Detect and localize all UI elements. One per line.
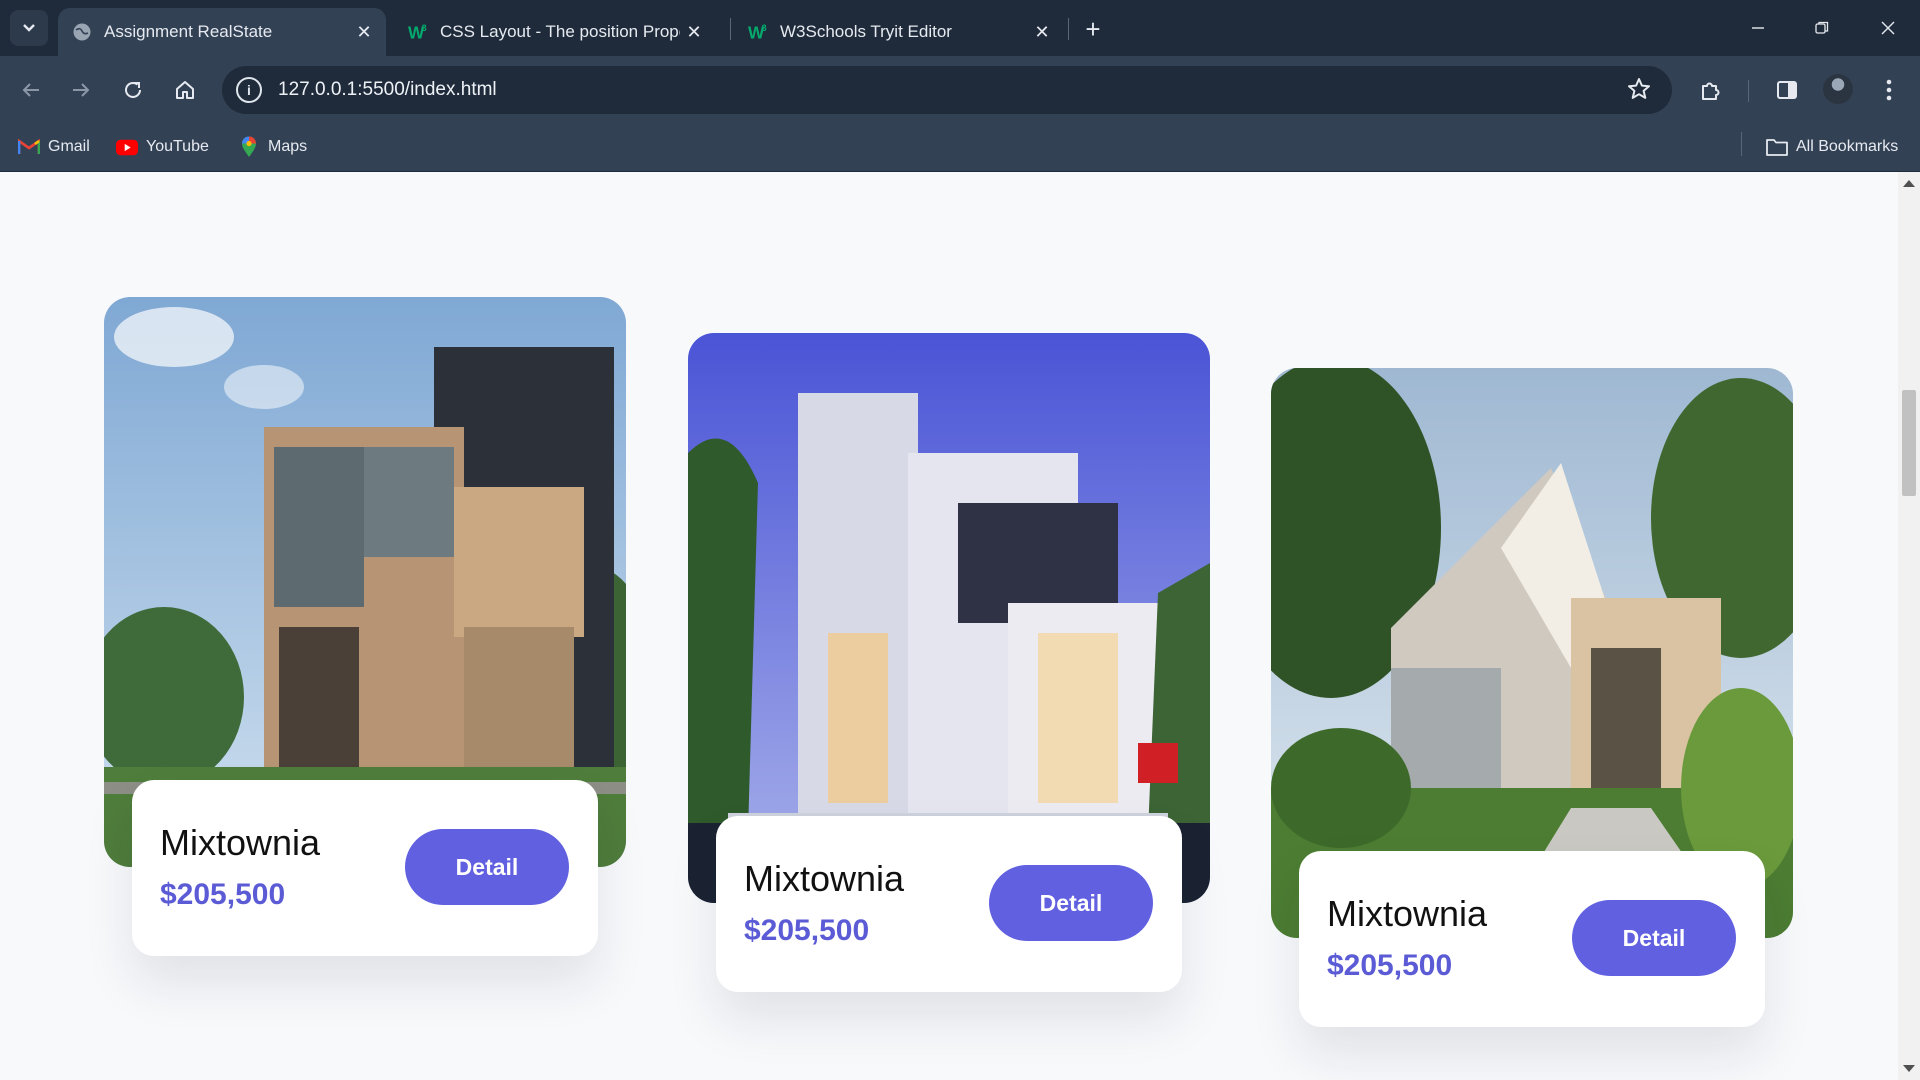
- close-tab-icon[interactable]: ✕: [680, 18, 708, 46]
- tab-divider: [730, 18, 731, 40]
- property-card: Mixtownia $205,500 Detail: [104, 297, 626, 957]
- arrow-right-icon: [73, 83, 90, 97]
- tab-css-layout[interactable]: W3 CSS Layout - The position Property ✕: [394, 8, 724, 56]
- bookmark-youtube[interactable]: YouTube: [116, 136, 209, 158]
- profile-avatar[interactable]: [1823, 74, 1853, 104]
- bookmarks-divider: [1741, 132, 1742, 156]
- home-button[interactable]: [168, 73, 202, 107]
- browser-toolbar: i 127.0.0.1:5500/index.html: [0, 56, 1920, 124]
- back-button[interactable]: [14, 73, 48, 107]
- tab-search-button[interactable]: [10, 10, 48, 46]
- property-name: Mixtownia: [160, 822, 321, 863]
- globe-icon: [72, 22, 92, 42]
- restore-button[interactable]: [1802, 10, 1842, 46]
- tab-title: Assignment RealState: [104, 22, 273, 41]
- tab-w3schools-tryit[interactable]: W3 W3Schools Tryit Editor ✕: [734, 8, 1064, 56]
- bookmark-maps[interactable]: Maps: [238, 136, 307, 158]
- puzzle-icon: [1702, 82, 1720, 100]
- extensions-button[interactable]: [1694, 73, 1728, 107]
- property-name: Mixtownia: [1327, 893, 1488, 934]
- property-card: Mixtownia $205,500 Detail: [1271, 368, 1793, 1028]
- scroll-down-icon[interactable]: [1903, 1065, 1915, 1072]
- restore-icon: [1815, 21, 1829, 34]
- gmail-icon: [18, 136, 40, 158]
- w3schools-icon: W3: [408, 22, 428, 42]
- tab-title: CSS Layout - The position Property: [440, 22, 680, 41]
- reload-button[interactable]: [116, 73, 150, 107]
- menu-button[interactable]: [1872, 73, 1906, 107]
- scrollbar-thumb[interactable]: [1902, 390, 1916, 496]
- minimize-button[interactable]: [1738, 10, 1778, 46]
- chevron-down-icon: [23, 24, 35, 32]
- folder-icon: [1766, 136, 1788, 158]
- new-tab-button[interactable]: +: [1078, 14, 1108, 44]
- close-tab-icon[interactable]: ✕: [350, 18, 378, 46]
- forward-button[interactable]: [64, 73, 98, 107]
- youtube-icon: [116, 136, 138, 158]
- bookmarks-bar: Gmail YouTube Maps All Bookmarks: [0, 124, 1920, 172]
- url-text[interactable]: 127.0.0.1:5500/index.html: [278, 79, 497, 101]
- all-bookmarks-button[interactable]: All Bookmarks: [1766, 136, 1898, 158]
- tab-divider: [1068, 18, 1069, 40]
- scroll-up-icon[interactable]: [1903, 180, 1915, 187]
- toolbar-divider: [1748, 80, 1749, 102]
- detail-button[interactable]: Detail: [1572, 900, 1736, 976]
- address-bar[interactable]: i 127.0.0.1:5500/index.html: [222, 66, 1672, 114]
- vertical-scrollbar[interactable]: [1898, 172, 1920, 1080]
- detail-button[interactable]: Detail: [405, 829, 569, 905]
- close-tab-icon[interactable]: ✕: [1028, 18, 1056, 46]
- site-info-icon[interactable]: i: [236, 77, 262, 103]
- arrow-left-icon: [22, 83, 39, 97]
- bookmark-gmail[interactable]: Gmail: [18, 136, 90, 158]
- svg-text:3: 3: [422, 23, 427, 33]
- tab-title: W3Schools Tryit Editor: [780, 22, 952, 41]
- all-bookmarks-label: All Bookmarks: [1796, 138, 1899, 155]
- bookmark-star-icon[interactable]: [1626, 76, 1652, 107]
- minimize-icon: [1752, 27, 1764, 29]
- home-icon: [176, 81, 194, 99]
- property-info-card: Mixtownia $205,500 Detail: [1299, 851, 1765, 1027]
- more-vertical-icon: [1886, 79, 1892, 101]
- svg-text:3: 3: [762, 23, 767, 33]
- side-panel-icon: [1777, 81, 1797, 99]
- property-card: Mixtownia $205,500 Detail: [688, 333, 1210, 993]
- maps-icon: [238, 136, 260, 158]
- detail-button[interactable]: Detail: [989, 865, 1153, 941]
- property-price: $205,500: [744, 914, 870, 947]
- tab-strip: Assignment RealState ✕ W3 CSS Layout - T…: [0, 0, 1920, 56]
- property-name: Mixtownia: [744, 858, 905, 899]
- bookmark-label: YouTube: [146, 138, 209, 155]
- property-price: $205,500: [160, 878, 286, 911]
- property-price: $205,500: [1327, 949, 1453, 982]
- close-icon: [1881, 21, 1895, 35]
- property-info-card: Mixtownia $205,500 Detail: [716, 816, 1182, 992]
- close-window-button[interactable]: [1868, 10, 1908, 46]
- tab-assignment-realstate[interactable]: Assignment RealState ✕: [58, 8, 386, 56]
- w3schools-icon: W3: [748, 22, 768, 42]
- page-viewport: Mixtownia $205,500 Detail Mixtownia $205…: [0, 172, 1898, 1080]
- property-info-card: Mixtownia $205,500 Detail: [132, 780, 598, 956]
- reload-icon: [125, 81, 141, 98]
- bookmark-label: Gmail: [48, 138, 90, 155]
- side-panel-button[interactable]: [1770, 73, 1804, 107]
- bookmark-label: Maps: [268, 138, 308, 155]
